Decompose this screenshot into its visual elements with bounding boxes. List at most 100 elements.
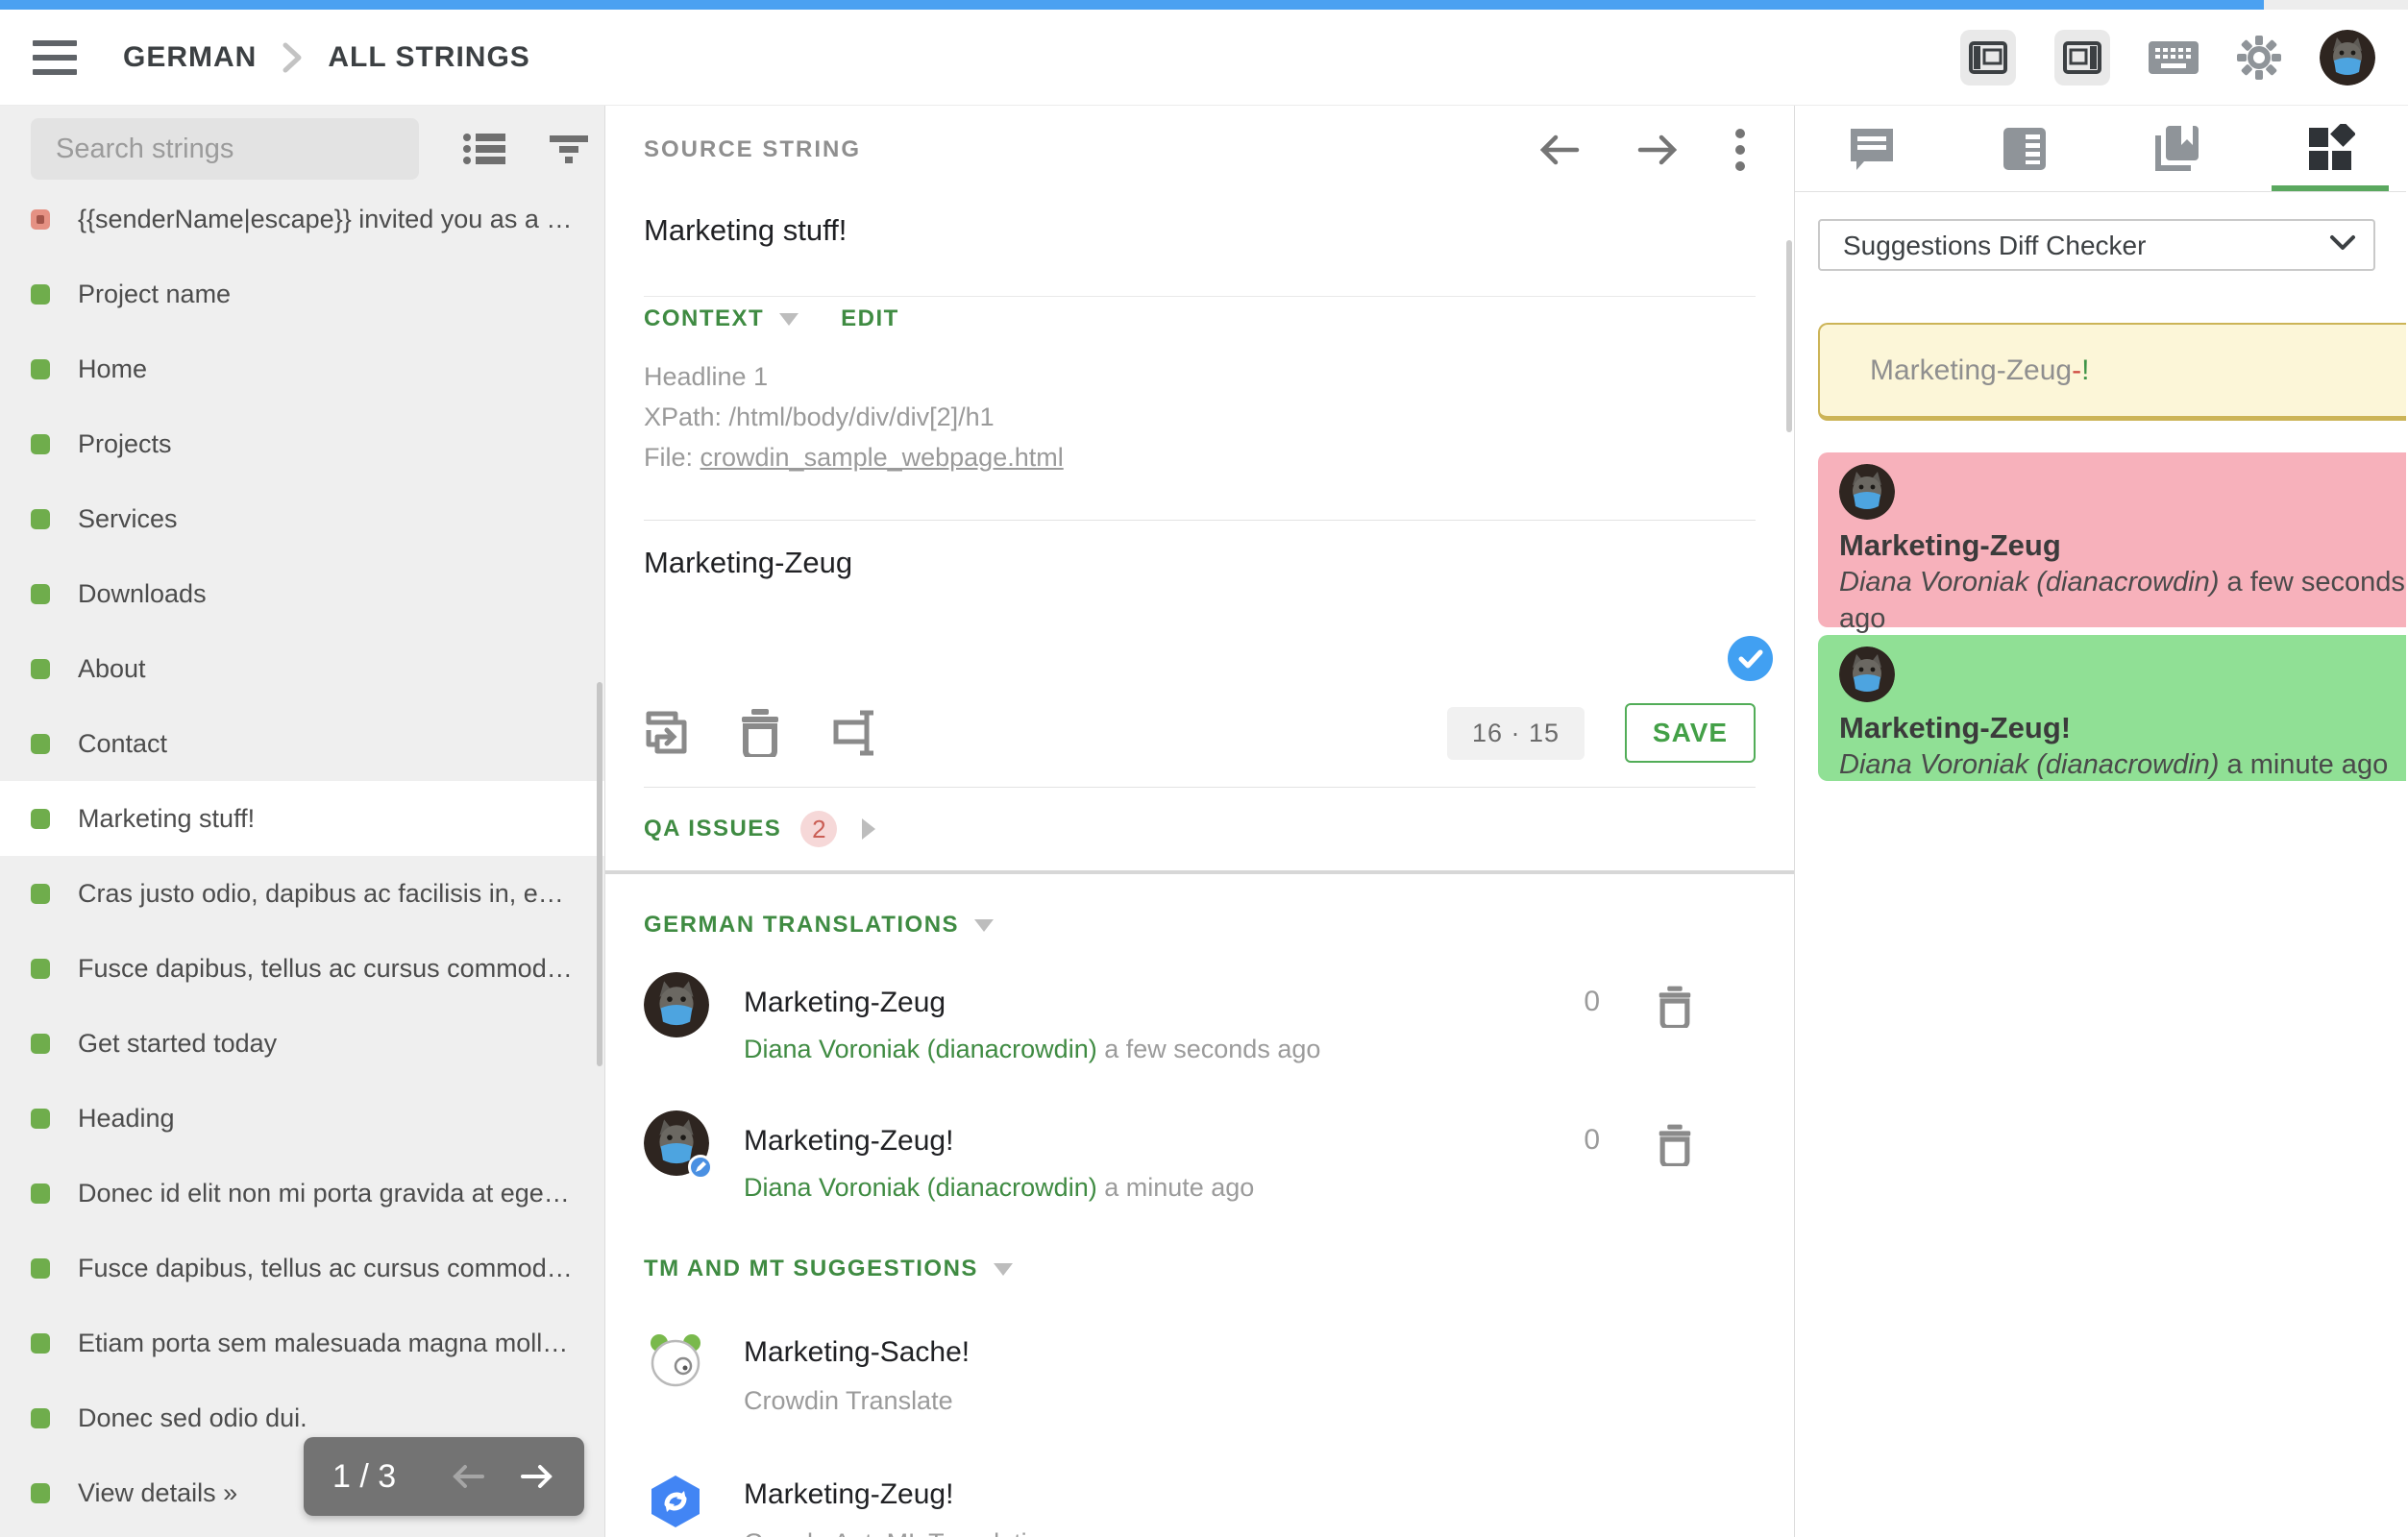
string-item[interactable]: Etiam porta sem malesuada magna moll… xyxy=(0,1305,604,1380)
string-status-translated-icon xyxy=(31,509,50,529)
edited-badge-icon xyxy=(688,1155,713,1180)
previous-page-button[interactable] xyxy=(450,1461,486,1492)
tab-context[interactable] xyxy=(1948,106,2101,191)
suggestion-row[interactable]: Marketing-Zeug! Google AutoML Translatio… xyxy=(644,1470,1756,1537)
tm-suggestions-header: TM AND MT SUGGESTIONS xyxy=(644,1253,1756,1285)
translation-actions: 0 xyxy=(1584,1124,1756,1203)
chevron-down-icon xyxy=(994,1263,1013,1276)
translation-author-link[interactable]: Diana Voroniak (dianacrowdin) xyxy=(744,1035,1097,1063)
keyboard-shortcuts-button[interactable] xyxy=(2149,39,2199,76)
next-page-button[interactable] xyxy=(519,1461,555,1492)
diff-added-text: ! xyxy=(2081,354,2089,387)
sidebar-scrollbar[interactable] xyxy=(597,682,602,1066)
card-author: Diana Voroniak (dianacrowdin) xyxy=(1839,567,2219,598)
toggle-left-panel-button[interactable] xyxy=(1960,30,2016,85)
previous-string-button[interactable] xyxy=(1538,133,1581,167)
translation-time: a few seconds ago xyxy=(1097,1035,1321,1063)
string-status-translated-icon xyxy=(31,1109,50,1129)
translation-row[interactable]: Marketing-Zeug Diana Voroniak (dianacrow… xyxy=(644,972,1756,1064)
right-panel: Suggestions Diff Checker Marketing-Zeug-… xyxy=(1795,106,2406,1537)
editor-scrollbar[interactable] xyxy=(1786,240,1792,432)
translation-text: Marketing-Zeug xyxy=(744,984,1320,1022)
string-item[interactable]: About xyxy=(0,631,604,706)
string-item[interactable]: Contact xyxy=(0,706,604,781)
string-item-label: Home xyxy=(78,354,147,384)
delete-suggestion-button[interactable] xyxy=(1658,986,1692,1028)
delete-suggestion-button[interactable] xyxy=(1658,1124,1692,1166)
diff-suggestion-card[interactable]: Marketing-Zeug Diana Voroniak (dianacrow… xyxy=(1818,452,2406,627)
qa-issues-count-badge: 2 xyxy=(800,811,837,847)
context-details: Headline 1 XPath: /html/body/div/div[2]/… xyxy=(644,356,1756,477)
card-meta: Diana Voroniak (dianacrowdin) a few seco… xyxy=(1839,564,2406,637)
string-item[interactable]: Downloads xyxy=(0,556,604,631)
string-status-translated-icon xyxy=(31,1408,50,1428)
tab-comments[interactable] xyxy=(1795,106,1948,191)
settings-button[interactable] xyxy=(2237,36,2281,80)
string-item[interactable]: {{senderName|escape}} invited you as a … xyxy=(0,182,604,256)
translation-row-body: Marketing-Zeug! Diana Voroniak (dianacro… xyxy=(744,1110,1254,1203)
context-edit-button[interactable]: EDIT xyxy=(841,305,899,332)
delete-translation-button[interactable] xyxy=(740,709,780,757)
cat-avatar-image xyxy=(1839,464,1895,520)
tab-glossary[interactable] xyxy=(2101,106,2253,191)
string-item[interactable]: Projects xyxy=(0,406,604,481)
copy-source-button[interactable] xyxy=(644,709,690,757)
crowdin-editor-app: GERMAN ALL STRINGS xyxy=(0,0,2408,1537)
file-link[interactable]: crowdin_sample_webpage.html xyxy=(700,443,1064,472)
suggestion-row[interactable]: Marketing-Sache! Crowdin Translate xyxy=(644,1328,1756,1416)
string-item-label: About xyxy=(78,654,146,684)
toggle-right-panel-button[interactable] xyxy=(2054,30,2110,85)
card-translation-text: Marketing-Zeug xyxy=(1839,527,2406,564)
german-translations-label[interactable]: GERMAN TRANSLATIONS xyxy=(644,912,959,939)
breadcrumb-language[interactable]: GERMAN xyxy=(123,41,257,74)
search-input[interactable] xyxy=(56,134,394,165)
string-item[interactable]: Donec id elit non mi porta gravida at eg… xyxy=(0,1156,604,1231)
hexagon-logo xyxy=(646,1474,705,1529)
chevron-right-icon xyxy=(282,41,303,74)
save-button[interactable]: SAVE xyxy=(1625,703,1756,763)
string-item-label: Etiam porta sem malesuada magna moll… xyxy=(78,1329,568,1358)
string-item[interactable]: Services xyxy=(0,481,604,556)
string-status-translated-icon xyxy=(31,659,50,679)
translation-input[interactable]: Marketing-Zeug xyxy=(644,546,1756,690)
string-item[interactable]: Home xyxy=(0,331,604,406)
translation-time: a minute ago xyxy=(1097,1173,1255,1202)
more-options-button[interactable] xyxy=(1734,128,1746,172)
user-avatar[interactable] xyxy=(2320,30,2375,85)
card-meta: Diana Voroniak (dianacrowdin) a minute a… xyxy=(1839,746,2406,783)
tab-apps[interactable] xyxy=(2253,106,2406,191)
select-text-button[interactable] xyxy=(830,709,880,757)
string-item-selected[interactable]: Marketing stuff! xyxy=(0,781,604,856)
string-item[interactable]: Project name xyxy=(0,256,604,331)
qa-issues-row[interactable]: QA ISSUES 2 xyxy=(644,788,1756,870)
translation-editor: Marketing-Zeug xyxy=(644,521,1756,788)
string-item[interactable]: Cras justo odio, dapibus ac facilisis in… xyxy=(0,856,604,931)
string-item[interactable]: Fusce dapibus, tellus ac cursus commod… xyxy=(0,931,604,1006)
context-toggle[interactable]: CONTEXT xyxy=(644,305,764,332)
translation-progress-fill xyxy=(0,0,2264,10)
translation-row[interactable]: Marketing-Zeug! Diana Voroniak (dianacro… xyxy=(644,1110,1756,1203)
tm-suggestions-label[interactable]: TM AND MT SUGGESTIONS xyxy=(644,1256,978,1282)
translation-author-link[interactable]: Diana Voroniak (dianacrowdin) xyxy=(744,1173,1097,1202)
translator-avatar xyxy=(644,1110,709,1176)
string-item[interactable]: Fusce dapibus, tellus ac cursus commod… xyxy=(0,1231,604,1305)
string-item[interactable]: Heading xyxy=(0,1081,604,1156)
page-indicator: 1 / 3 xyxy=(332,1458,396,1496)
diff-checker-select[interactable]: Suggestions Diff Checker xyxy=(1818,219,2375,271)
string-item[interactable]: Get started today xyxy=(0,1006,604,1081)
approve-translation-button[interactable] xyxy=(1728,636,1773,681)
string-status-translated-icon xyxy=(31,1183,50,1204)
string-status-translated-icon xyxy=(31,1483,50,1503)
string-list-view-button[interactable] xyxy=(463,132,505,166)
suggestion-provider: Google AutoML Translation xyxy=(744,1527,1056,1537)
filter-strings-button[interactable] xyxy=(550,134,588,164)
next-string-button[interactable] xyxy=(1636,133,1679,167)
cat-avatar-image xyxy=(644,972,709,1037)
breadcrumb: GERMAN ALL STRINGS xyxy=(123,41,530,74)
breadcrumb-section[interactable]: ALL STRINGS xyxy=(328,41,529,74)
diff-suggestion-card[interactable]: Marketing-Zeug! Diana Voroniak (dianacro… xyxy=(1818,635,2406,781)
pencil-glyph xyxy=(695,1161,706,1173)
panda-logo xyxy=(646,1331,705,1387)
menu-button[interactable] xyxy=(33,40,81,75)
search-box xyxy=(31,118,419,180)
